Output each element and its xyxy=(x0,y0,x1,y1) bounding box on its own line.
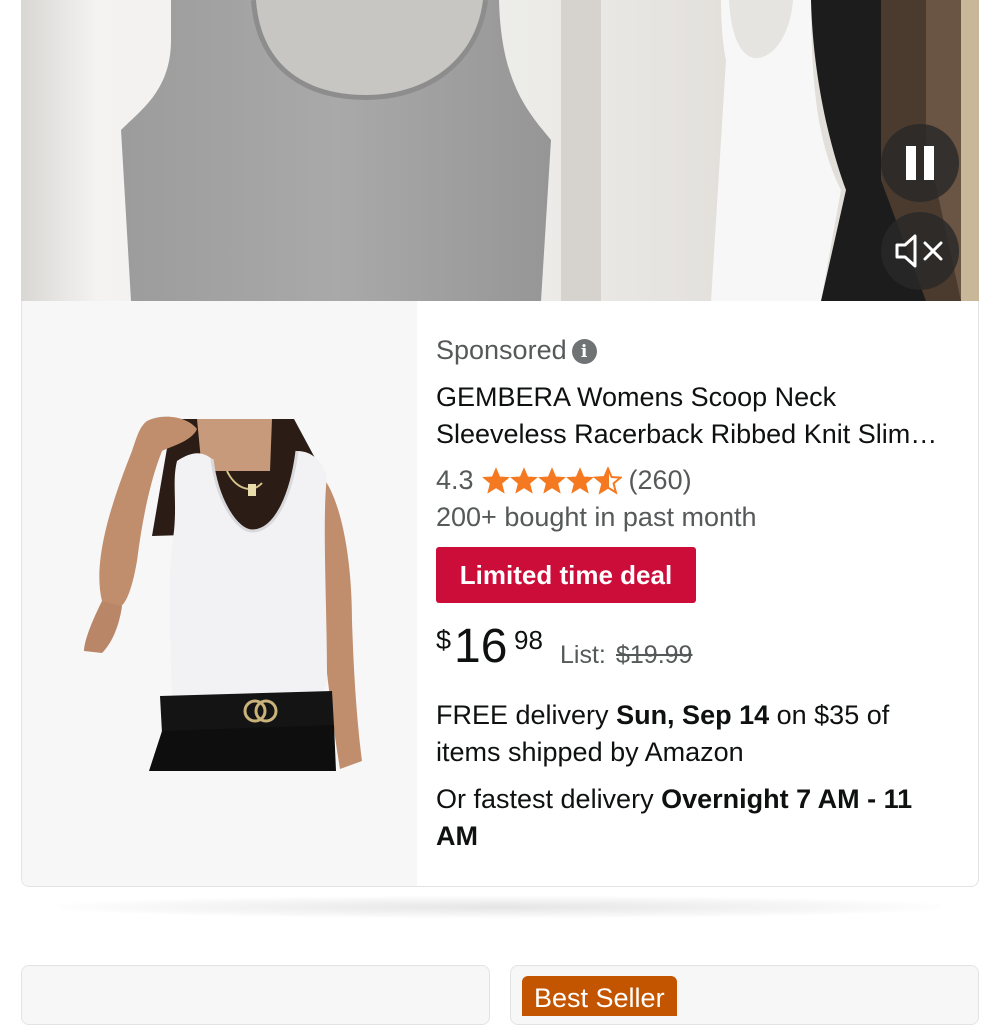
unmute-button[interactable] xyxy=(881,212,959,290)
fastest-delivery-info: Or fastest delivery Overnight 7 AM - 11 … xyxy=(436,781,956,855)
video-frame xyxy=(21,0,979,301)
product-video[interactable] xyxy=(21,0,979,301)
info-icon[interactable]: i xyxy=(571,339,597,364)
deal-badge: Limited time deal xyxy=(436,547,696,603)
sponsored-label: Sponsored i xyxy=(436,335,597,366)
list-price-label: List: xyxy=(560,641,606,669)
price-currency: $ xyxy=(436,625,452,655)
pause-icon xyxy=(906,146,934,180)
bought-count: 200+ bought in past month xyxy=(436,502,757,532)
list-price: $19.99 xyxy=(616,641,693,669)
sponsored-text: Sponsored xyxy=(436,335,567,365)
section-divider xyxy=(60,896,940,918)
sponsored-product-card[interactable]: Sponsored i GEMBERA Womens Scoop Neck Sl… xyxy=(21,301,979,887)
pause-button[interactable] xyxy=(881,124,959,202)
price-whole: 16 xyxy=(454,620,508,673)
fastest-prefix: Or fastest delivery xyxy=(436,784,662,814)
price-fraction: 98 xyxy=(514,625,543,655)
product-card-left[interactable] xyxy=(21,965,490,1025)
delivery-info: FREE delivery Sun, Sep 14 on $35 of item… xyxy=(436,697,956,771)
review-count: (260) xyxy=(628,465,692,495)
star-rating xyxy=(482,467,622,495)
delivery-prefix: FREE delivery xyxy=(436,700,617,730)
delivery-date: Sun, Sep 14 xyxy=(616,700,770,730)
best-seller-badge: Best Seller xyxy=(522,976,677,1016)
rating-row[interactable]: 4.3 (260) xyxy=(436,465,692,496)
product-title[interactable]: GEMBERA Womens Scoop Neck Sleeveless Rac… xyxy=(436,379,961,453)
product-image[interactable] xyxy=(22,301,417,886)
speaker-muted-icon xyxy=(895,234,943,268)
product-photo xyxy=(84,416,362,771)
stars-icon xyxy=(482,467,622,493)
rating-value: 4.3 xyxy=(436,465,474,495)
